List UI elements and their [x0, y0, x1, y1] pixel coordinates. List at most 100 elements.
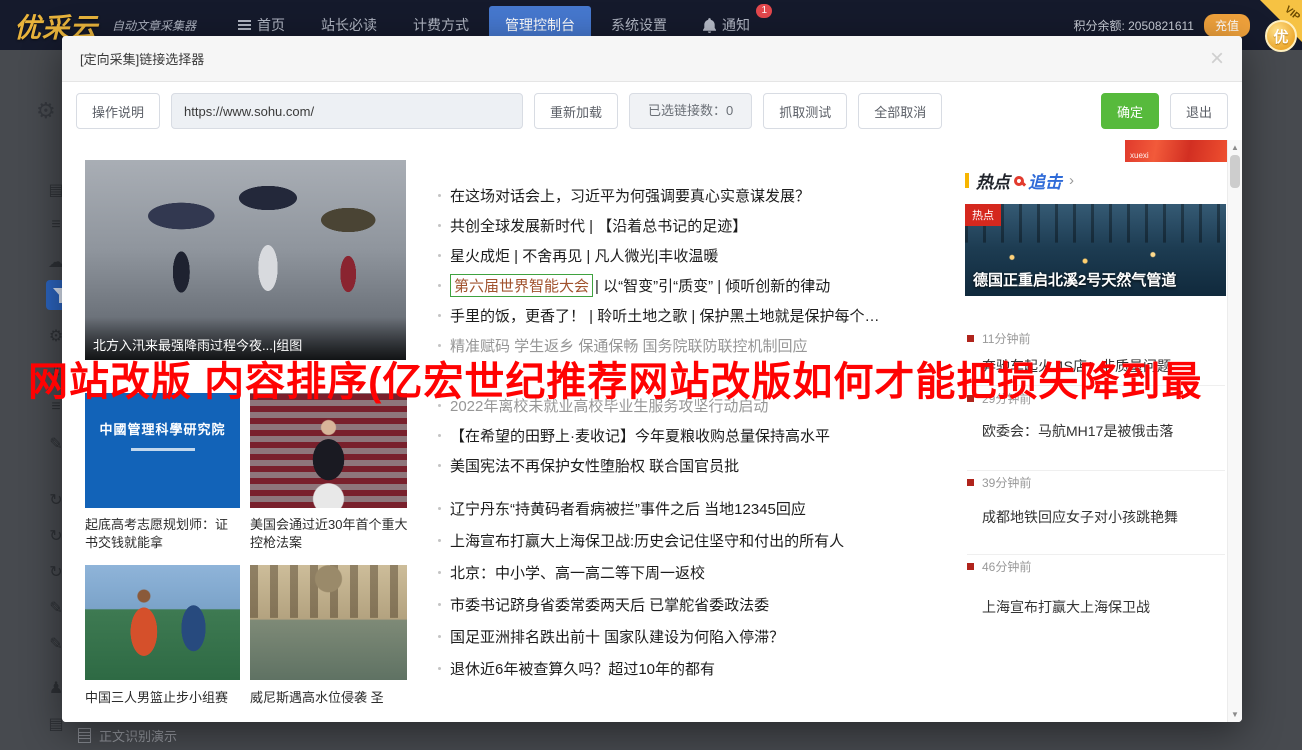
demo-label: 正文识别演示	[99, 726, 177, 745]
bullet-dot	[438, 224, 441, 227]
thumb-caption[interactable]: 威尼斯遇高水位侵袭 圣	[250, 689, 410, 707]
lead-photo-caption: 北方入汛来最强降雨过程今夜...|组图	[85, 317, 406, 360]
notification-badge: 1	[756, 4, 772, 18]
accent-bar	[965, 173, 969, 188]
thumb-academy-text: 中國管理科學研究院	[99, 422, 225, 437]
menu-label: 站长必读	[321, 15, 377, 35]
magnifier-icon	[1014, 176, 1024, 186]
timeline-time: 11分钟前	[982, 330, 1030, 347]
bullet-dot	[438, 254, 441, 257]
menu-label: 系统设置	[611, 15, 667, 35]
hot-timeline-item[interactable]: 39分钟前 成都地铁回应女子对小孩跳艳舞	[967, 474, 1225, 555]
timeline-bullet	[967, 335, 974, 342]
hot-timeline-item[interactable]: 46分钟前 上海宣布打赢大上海保卫战	[967, 558, 1225, 617]
headline-link[interactable]: 星火成炬 | 不舍再见 | 凡人微光|丰收温暖	[436, 240, 960, 270]
hot-section-header[interactable]: 热点 追击 ›	[965, 168, 1226, 193]
promo-banner-image[interactable]: xuexi	[1125, 140, 1228, 162]
help-button[interactable]: 操作说明	[76, 93, 160, 129]
timeline-bullet	[967, 479, 974, 486]
timeline-title[interactable]: 奔驰车起火 4S店：非质量问题	[982, 356, 1225, 376]
selected-link-highlight[interactable]: 第六届世界智能大会	[450, 274, 593, 297]
headline-link[interactable]: 辽宁丹东“持黄码者看病被拦”事件之后 当地12345回应	[436, 492, 960, 524]
headline-link[interactable]: 国足亚洲排名跌出前十 国家队建设为何陷入停滞？	[436, 620, 960, 652]
timeline-title[interactable]: 成都地铁回应女子对小孩跳艳舞	[982, 507, 1225, 527]
thumb-basketball[interactable]	[85, 565, 240, 680]
url-input[interactable]	[171, 93, 523, 129]
bullet-dot	[438, 539, 441, 542]
chevron-right-icon[interactable]: ›	[1069, 172, 1074, 189]
bullet-dot	[438, 434, 441, 437]
thumb-academy[interactable]: 中國管理科學研究院	[85, 393, 240, 508]
menu-icon	[238, 20, 251, 30]
headline-link[interactable]: 手里的饭，更香了！ | 聆听土地之歌 | 保护黑土地就是保护每个…	[436, 300, 960, 330]
headline-link-selected[interactable]: 第六届世界智能大会 | 以“智变”引“质变” | 倾听创新的律动	[436, 270, 960, 300]
headline-link[interactable]: 共创全球发展新时代 | 【沿着总书记的足迹】	[436, 210, 960, 240]
headline-link[interactable]: 北京：中小学、高一高二等下周一返校	[436, 556, 960, 588]
thumb-caption[interactable]: 起底高考志愿规划师：证书交钱就能拿	[85, 516, 237, 552]
thumb-caption[interactable]: 美国会通过近30年首个重大控枪法案	[250, 516, 410, 552]
screen: 优采云 自动文章采集器 首页 站长必读 计费方式 管理控制台 系统设置 通知 1	[0, 0, 1302, 750]
headline-link[interactable]: 在这场对话会上，习近平为何强调要真心实意谋发展？	[436, 180, 960, 210]
headline-link[interactable]: 2022年离校未就业高校毕业生服务攻坚行动启动	[436, 390, 960, 420]
points-balance: 积分余额: 2050821611	[1073, 17, 1194, 34]
headline-list-bottom: 辽宁丹东“持黄码者看病被拦”事件之后 当地12345回应 上海宣布打赢大上海保卫…	[436, 492, 960, 684]
modal-title: [定向采集]链接选择器	[80, 49, 204, 68]
scrollbar[interactable]: ▲ ▼	[1227, 140, 1242, 722]
timeline-title[interactable]: 欧委会：马航MH17是被俄击落	[982, 421, 1225, 441]
thumb-caption[interactable]: 中国三人男篮止步小组赛	[85, 689, 245, 707]
menu-label: 通知	[722, 15, 750, 35]
selected-links-count: 已选链接数：0	[629, 93, 752, 129]
bullet-dot	[438, 603, 441, 606]
menu-label: 首页	[257, 15, 285, 35]
timeline-bullet	[967, 563, 974, 570]
bullet-dot	[438, 507, 441, 510]
hot-timeline-item[interactable]: 29分钟前 欧委会：马航MH17是被俄击落	[967, 390, 1225, 471]
hot-timeline-item[interactable]: 11分钟前 奔驰车起火 4S店：非质量问题	[967, 330, 1225, 386]
confirm-button[interactable]: 确定	[1101, 93, 1159, 129]
exit-button[interactable]: 退出	[1170, 93, 1228, 129]
bullet-dot	[438, 464, 441, 467]
hot-title-left: 热点	[976, 168, 1010, 193]
left-sidebar	[0, 50, 62, 750]
thumb-venice[interactable]	[250, 565, 407, 680]
link-selector-modal: [定向采集]链接选择器 × 操作说明 重新加载 已选链接数：0 抓取测试 全部取…	[62, 36, 1242, 722]
scroll-up-arrow[interactable]: ▲	[1228, 143, 1242, 152]
bullet-dot	[438, 571, 441, 574]
headline-link[interactable]: 退休近6年被查算久吗？超过10年的都有	[436, 652, 960, 684]
timeline-title[interactable]: 上海宣布打赢大上海保卫战	[982, 597, 1225, 617]
bullet-dot	[438, 404, 441, 407]
headline-link[interactable]: 美国宪法不再保护女性堕胎权 联合国官员批	[436, 450, 960, 480]
gear-icon[interactable]	[36, 98, 56, 124]
embedded-webpage: xuexi 北方入汛来最强降雨过程今夜...|组图 在这场对话会上，习近平为何强…	[62, 140, 1242, 722]
headline-link[interactable]: 市委书记跻身省委常委两天后 已掌舵省委政法委	[436, 588, 960, 620]
close-icon[interactable]: ×	[1210, 47, 1224, 71]
body-recognition-demo-item[interactable]: 正文识别演示	[78, 726, 177, 745]
headline-link[interactable]: 上海宣布打赢大上海保卫战:历史会记住坚守和付出的所有人	[436, 524, 960, 556]
reload-button[interactable]: 重新加载	[534, 93, 618, 129]
recharge-button[interactable]: 充值	[1204, 14, 1250, 37]
scroll-down-arrow[interactable]: ▼	[1228, 710, 1242, 719]
thumb-biden[interactable]	[250, 393, 407, 508]
bullet-dot	[438, 344, 441, 347]
lead-photo[interactable]: 北方入汛来最强降雨过程今夜...|组图	[85, 160, 406, 360]
bullet-dot	[438, 314, 441, 317]
cancel-all-button[interactable]: 全部取消	[858, 93, 942, 129]
headline-link[interactable]: 【在希望的田野上·麦收记】今年夏粮收购总量保持高水平	[436, 420, 960, 450]
hot-badge: 热点	[965, 204, 1001, 226]
hot-lead-image[interactable]: 热点 德国正重启北溪2号天然气管道	[965, 204, 1226, 296]
modal-toolbar: 操作说明 重新加载 已选链接数：0 抓取测试 全部取消 确定 退出	[62, 82, 1242, 140]
grab-test-button[interactable]: 抓取测试	[763, 93, 847, 129]
scrollbar-thumb[interactable]	[1230, 155, 1240, 188]
menu-label: 管理控制台	[505, 15, 575, 35]
timeline-time: 39分钟前	[982, 474, 1031, 491]
bullet-dot	[438, 667, 441, 670]
menu-label: 计费方式	[413, 15, 469, 35]
headline-link[interactable]: 精准赋码 学生返乡 保通保畅 国务院联防联控机制回应	[436, 330, 960, 360]
bell-icon	[703, 18, 716, 33]
bullet-dot	[438, 635, 441, 638]
headline-link-covered[interactable]	[436, 360, 960, 390]
timeline-bullet	[967, 395, 974, 402]
document-icon	[78, 728, 91, 743]
modal-header: [定向采集]链接选择器 ×	[62, 36, 1242, 82]
floating-coin-widget[interactable]: 优	[1265, 20, 1297, 52]
